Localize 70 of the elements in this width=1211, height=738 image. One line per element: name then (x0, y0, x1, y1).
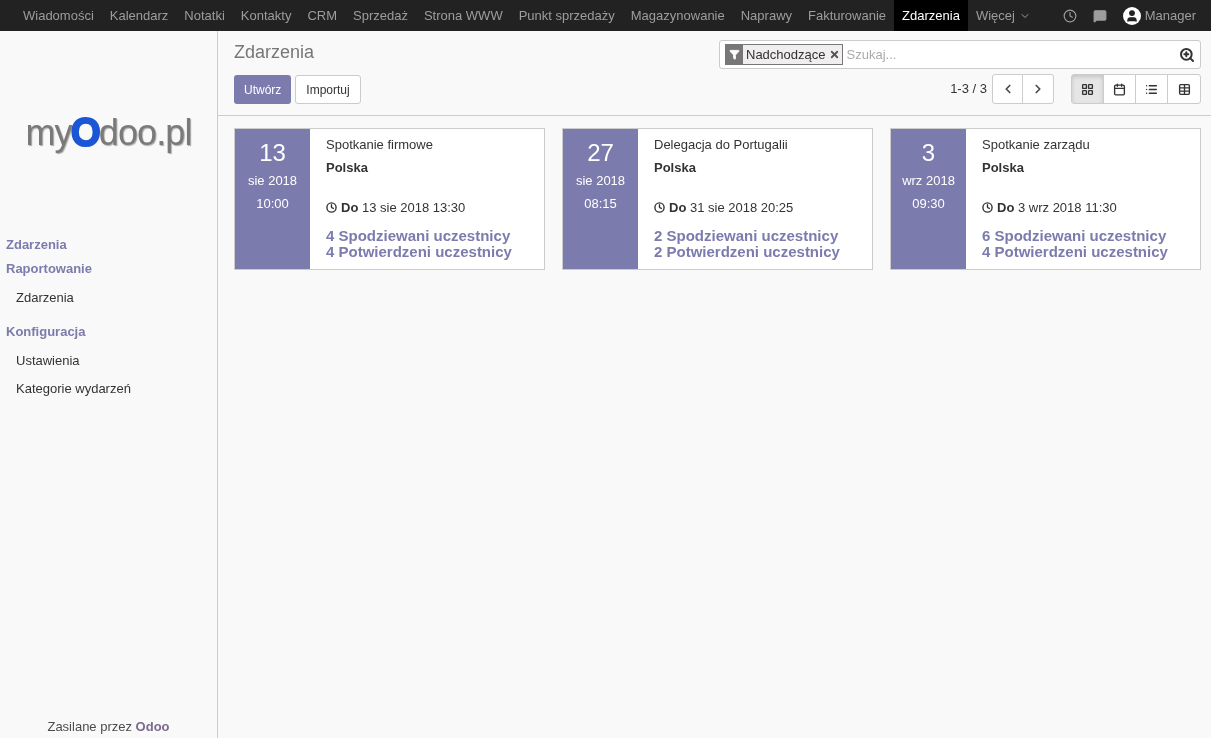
event-end: Do 13 sie 2018 13:30 (341, 199, 466, 217)
search-field[interactable]: Nadchodzące Szukaj... (719, 40, 1201, 69)
clock-icon (654, 202, 665, 214)
menu-item[interactable]: Punkt sprzedaży (510, 0, 623, 31)
event-name: Spotkanie zarządu (982, 136, 1091, 154)
user-menu[interactable]: Manager (1144, 5, 1196, 26)
confirmed-attendees-link[interactable]: 4 Potwierdzeni uczestnicy (982, 243, 1168, 260)
event-month: sie 2018 (247, 172, 298, 190)
event-end: Do 31 sie 2018 20:25 (669, 199, 794, 217)
search-input[interactable]: Szukaj... (846, 44, 1175, 65)
tiles-icon (1081, 82, 1094, 96)
menu-item[interactable]: Fakturowanie (800, 0, 895, 31)
event-location: Polska (654, 158, 697, 177)
facet-label: Nadchodzące (745, 45, 827, 64)
remove-icon[interactable] (828, 49, 840, 60)
confirmed-attendees-link[interactable]: 2 Potwierdzeni uczestnicy (654, 243, 840, 260)
sidebar-section[interactable]: Konfiguracja (0, 319, 217, 343)
avatar-icon (1122, 6, 1141, 25)
search-icon[interactable] (1179, 46, 1195, 63)
menu-item[interactable]: Wiadomości (15, 0, 102, 31)
sidebar-item[interactable]: Ustawienia (0, 347, 217, 375)
event-time: 09:30 (912, 194, 945, 213)
event-month: sie 2018 (575, 172, 626, 190)
confirmed-attendees-link[interactable]: 4 Potwierdzeni uczestnicy (326, 243, 512, 260)
calendar-icon (1113, 82, 1126, 96)
menu-item[interactable]: Zdarzenia (894, 0, 968, 31)
expected-attendees-link[interactable]: 6 Spodziewani uczestnicy (982, 227, 1168, 244)
menu-item[interactable]: Kontakty (232, 0, 300, 31)
event-card[interactable]: 3 wrz 2018 09:30 Spotkanie zarządu Polska Do 3 wrz 2018 11:30 6 Spodziewani uczestnicy 4 Potwierdzeni uczestnicy (890, 128, 1201, 270)
sidebar-section[interactable]: Raportowanie (0, 256, 217, 280)
expected-attendees-link[interactable]: 4 Spodziewani uczestnicy (326, 227, 512, 244)
logo: myOdoo.pl (25, 115, 192, 151)
menu-item[interactable]: Więcej (967, 0, 1039, 31)
menu-item[interactable]: Naprawy (732, 0, 801, 31)
clock-icon[interactable] (1062, 8, 1077, 23)
event-end: Do 3 wrz 2018 11:30 (997, 199, 1117, 217)
filter-icon (729, 49, 740, 60)
powered-by-text: Zasilane przez Odoo (46, 717, 171, 736)
expected-attendees-link[interactable]: 2 Spodziewani uczestnicy (654, 227, 840, 244)
event-name: Spotkanie firmowe (326, 136, 434, 154)
clock-icon (326, 202, 337, 214)
event-day: 3 (921, 139, 936, 167)
page-title: Zdarzenia (234, 41, 316, 64)
sidebar-item[interactable]: Zdarzenia (0, 284, 217, 312)
list-icon (1145, 82, 1158, 96)
create-button[interactable]: Utwórz (234, 75, 292, 104)
menu-item[interactable]: Sprzedaż (345, 0, 416, 31)
pager-value: 1-3 / 3 (950, 80, 987, 99)
event-location: Polska (982, 158, 1025, 177)
clock-icon (982, 202, 993, 214)
event-location: Polska (326, 158, 369, 177)
sidebar-section[interactable]: Zdarzenia (0, 233, 217, 257)
menu-item[interactable]: Strona WWW (415, 0, 511, 31)
event-time: 10:00 (256, 194, 289, 213)
event-card[interactable]: 27 sie 2018 08:15 Delegacja do Portugalii Polska Do 31 sie 2018 20:25 2 Spodziewani uczestnicy 2 Potwierdzeni uczestnicy (562, 128, 873, 270)
event-time: 08:15 (584, 194, 617, 213)
sidebar-item[interactable]: Kategorie wydarzeń (0, 374, 217, 402)
event-name: Delegacja do Portugalii (654, 136, 789, 154)
menu-item[interactable]: Kalendarz (101, 0, 177, 31)
menu-item[interactable]: Magazynowanie (622, 0, 733, 31)
view-switch-button[interactable] (1072, 75, 1104, 103)
event-month: wrz 2018 (902, 172, 955, 190)
menu-item[interactable]: CRM (299, 0, 345, 31)
chat-icon[interactable] (1092, 8, 1107, 23)
menu-item[interactable]: Notatki (176, 0, 233, 31)
event-card[interactable]: 13 sie 2018 10:00 Spotkanie firmowe Polska Do 13 sie 2018 13:30 4 Spodziewani uczestnicy 4 Potwierdzeni uczestnicy (234, 128, 545, 270)
event-day: 27 (587, 139, 614, 167)
import-button[interactable]: Importuj (295, 75, 361, 104)
table-icon (1177, 82, 1191, 96)
event-day: 13 (259, 139, 286, 167)
